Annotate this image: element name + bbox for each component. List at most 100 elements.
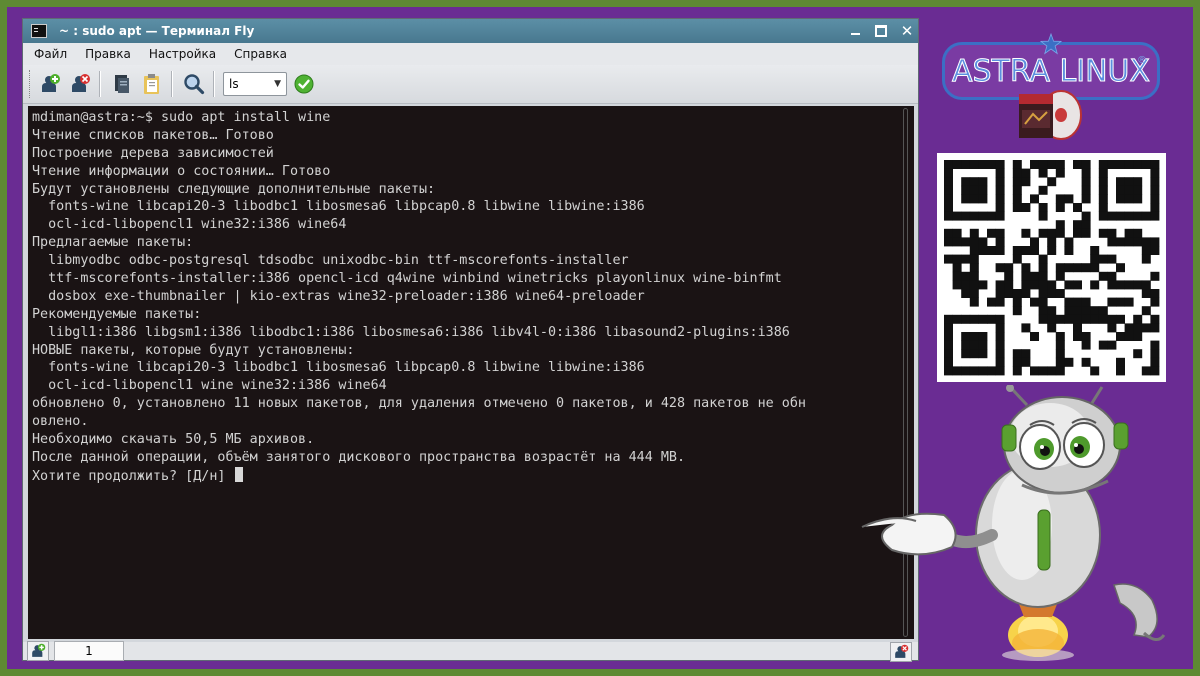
qr-module xyxy=(1047,280,1057,290)
qr-module xyxy=(978,280,988,290)
qr-module xyxy=(978,237,988,247)
qr-module xyxy=(995,349,1005,359)
qr-module xyxy=(995,168,1005,178)
qr-module xyxy=(1047,314,1057,324)
qr-module xyxy=(1047,323,1057,333)
menu-edit[interactable]: Правка xyxy=(78,47,138,61)
qr-module xyxy=(1098,228,1108,238)
qr-module xyxy=(1090,306,1100,316)
maximize-button[interactable] xyxy=(874,24,888,38)
qr-module xyxy=(1004,280,1014,290)
paste-icon xyxy=(144,74,159,94)
qr-module xyxy=(978,332,988,341)
paste-button[interactable] xyxy=(139,71,165,97)
qr-module xyxy=(961,349,971,359)
qr-module xyxy=(995,289,1005,298)
qr-module xyxy=(1116,366,1125,376)
menu-file[interactable]: Файл xyxy=(27,47,74,61)
qr-module xyxy=(1064,314,1074,324)
qr-module xyxy=(987,211,996,221)
qr-module xyxy=(1133,177,1143,187)
qr-module xyxy=(1012,160,1022,169)
command-select[interactable]: ls ▼ xyxy=(223,72,287,96)
qr-module xyxy=(987,297,996,307)
qr-module xyxy=(1030,246,1039,255)
qr-module xyxy=(969,211,979,221)
qr-module xyxy=(944,160,953,169)
qr-module xyxy=(1107,160,1117,169)
qr-module xyxy=(1081,211,1091,221)
tab-1[interactable]: 1 xyxy=(54,641,124,661)
qr-module xyxy=(952,271,962,281)
qr-module xyxy=(1030,160,1039,169)
search-button[interactable] xyxy=(181,71,207,97)
terminal-cursor xyxy=(234,466,243,482)
qr-module xyxy=(1098,185,1108,195)
terminal-line: обновлено 0, установлено 11 новых пакето… xyxy=(32,396,806,412)
qr-module xyxy=(1073,263,1082,273)
qr-module xyxy=(1004,263,1014,273)
window-titlebar[interactable]: ~ : sudo apt — Терминал Fly ✕ xyxy=(23,19,918,43)
toolbar-separator xyxy=(99,71,101,97)
qr-module xyxy=(944,340,953,350)
qr-module xyxy=(1124,332,1134,341)
astra-linux-wordmark: ASTRA LINUX xyxy=(951,53,1151,89)
qr-module xyxy=(969,332,979,341)
toolbar-separator xyxy=(171,71,173,97)
qr-module xyxy=(1055,168,1065,178)
qr-module xyxy=(1150,323,1160,333)
qr-module xyxy=(1107,280,1117,290)
qr-module xyxy=(1133,280,1143,290)
qr-module xyxy=(944,194,953,204)
terminal-line: dosbox exe-thumbnailer | kio-extras wine… xyxy=(32,288,645,304)
qr-module xyxy=(1090,254,1100,264)
qr-code[interactable] xyxy=(937,153,1166,382)
qr-module xyxy=(1073,314,1082,324)
qr-module xyxy=(1098,254,1108,264)
menu-settings[interactable]: Настройка xyxy=(142,47,223,61)
qr-module xyxy=(1004,289,1014,298)
qr-module xyxy=(1047,289,1057,298)
qr-module xyxy=(1047,246,1057,255)
close-button[interactable]: ✕ xyxy=(900,24,914,39)
copy-icon xyxy=(115,75,129,93)
qr-module xyxy=(1012,185,1022,195)
terminal-line: После данной операции, объём занятого ди… xyxy=(32,449,686,465)
minimize-button[interactable] xyxy=(848,24,862,38)
qr-module xyxy=(1021,271,1031,281)
qr-module xyxy=(961,314,971,324)
qr-module xyxy=(1141,160,1151,169)
qr-module xyxy=(944,366,953,376)
qr-module xyxy=(1021,177,1031,187)
qr-module xyxy=(1150,297,1160,307)
qr-module xyxy=(1116,194,1125,204)
close-tab-button[interactable] xyxy=(67,71,93,97)
qr-module xyxy=(1150,211,1160,221)
qr-module xyxy=(944,237,953,247)
terminal-output[interactable]: mdiman@astra:~$ sudo apt install wine Чте… xyxy=(28,106,914,639)
qr-module xyxy=(995,332,1005,341)
qr-code-image xyxy=(944,160,1160,376)
new-tab-button[interactable] xyxy=(37,71,63,97)
toolbar-grip[interactable] xyxy=(29,70,33,98)
star-icon xyxy=(1040,33,1062,55)
qr-module xyxy=(1150,340,1160,350)
copy-button[interactable] xyxy=(109,71,135,97)
qr-module xyxy=(1150,289,1160,298)
qr-module xyxy=(1038,306,1048,316)
status-new-tab-button[interactable] xyxy=(27,641,49,661)
qr-module xyxy=(995,246,1005,255)
run-command-button[interactable] xyxy=(291,71,317,97)
menu-help[interactable]: Справка xyxy=(227,47,294,61)
qr-module xyxy=(952,280,962,290)
command-select-value: ls xyxy=(229,77,239,91)
qr-module xyxy=(1133,160,1143,169)
qr-module xyxy=(1150,271,1160,281)
robot-mascot xyxy=(861,385,1166,661)
qr-module xyxy=(1012,366,1022,376)
qr-module xyxy=(961,194,971,204)
qr-module xyxy=(1150,168,1160,178)
qr-module xyxy=(1124,323,1134,333)
qr-module xyxy=(978,246,988,255)
qr-module xyxy=(1116,211,1125,221)
